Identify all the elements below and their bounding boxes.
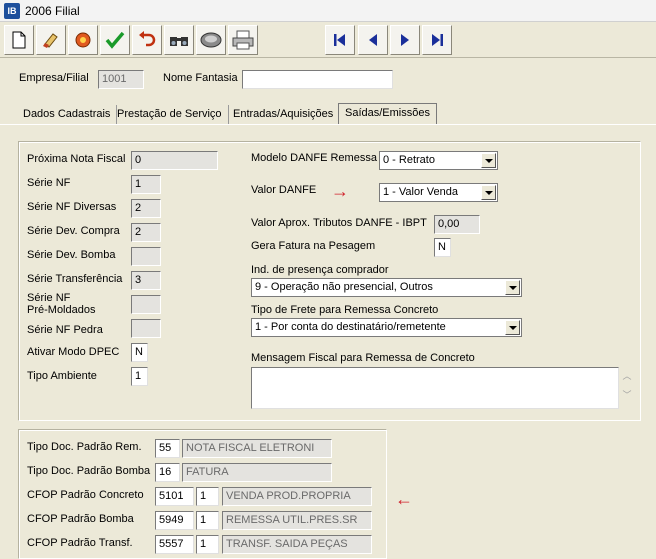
previous-record-icon[interactable] [358, 25, 388, 55]
valor-aprox-field[interactable]: 0,00 [434, 215, 480, 234]
serie-nf-label: Série NF [27, 177, 71, 189]
left-arrow-icon: ← [395, 489, 413, 509]
serie-nf-premoldados-label: Série NF [27, 292, 71, 304]
tipo-doc-bomba-label: Tipo Doc. Padrão Bomba [27, 465, 151, 477]
cfop-transf-code[interactable]: 5557 [155, 535, 194, 554]
serie-transferencia-label: Série Transferência [27, 273, 123, 285]
cfop-bomba-code[interactable]: 5949 [155, 511, 194, 530]
tipo-doc-rem-desc: NOTA FISCAL ELETRONI [182, 439, 332, 458]
serie-nf-premoldados-field[interactable] [131, 295, 161, 314]
next-record-icon[interactable] [390, 25, 420, 55]
empresa-filial-label: Empresa/Filial [19, 72, 89, 84]
database-icon[interactable] [196, 25, 226, 55]
tab-entradas-aquisicoes[interactable]: Entradas/Aquisições [227, 105, 341, 124]
cfop-concreto-code[interactable]: 5101 [155, 487, 194, 506]
tipo-ambiente-label: Tipo Ambiente [27, 370, 97, 382]
serie-nf-diversas-label: Série NF Diversas [27, 201, 117, 213]
serie-nf-diversas-field[interactable]: 2 [131, 199, 161, 218]
empresa-filial-field[interactable]: 1001 [98, 70, 144, 89]
serie-dev-compra-label: Série Dev. Compra [27, 225, 120, 237]
toolbar [0, 22, 656, 58]
right-arrow-icon: → [331, 181, 349, 201]
search-icon[interactable] [164, 25, 194, 55]
modelo-danfe-value: 0 - Retrato [383, 154, 435, 166]
serie-nf-pedra-label: Série NF Pedra [27, 324, 103, 336]
scroll-up-icon[interactable]: ︿ [622, 370, 632, 383]
valor-aprox-label: Valor Aprox. Tributos DANFE - IBPT [251, 217, 427, 229]
print-icon[interactable] [228, 25, 258, 55]
cfop-transf-label: CFOP Padrão Transf. [27, 537, 133, 549]
cfop-bomba-desc: REMESSA UTIL.PRES.SR [222, 511, 372, 530]
tab-saidas-emissoes[interactable]: Saídas/Emissões [338, 103, 437, 125]
ind-presenca-value: 9 - Operação não presencial, Outros [255, 281, 433, 293]
chevron-down-icon[interactable] [481, 153, 496, 168]
mensagem-fiscal-textarea[interactable] [251, 367, 619, 409]
nome-fantasia-field[interactable] [242, 70, 393, 89]
tab-divider [0, 124, 656, 125]
settings-icon[interactable] [68, 25, 98, 55]
ativar-dpec-field[interactable]: N [131, 343, 148, 362]
ind-presenca-select[interactable]: 9 - Operação não presencial, Outros [251, 278, 522, 297]
tab-prestacao-servico[interactable]: Prestação de Serviço [111, 105, 229, 124]
tipo-ambiente-field[interactable]: 1 [131, 367, 148, 386]
serie-dev-bomba-field[interactable] [131, 247, 161, 266]
app-icon: IB [4, 3, 20, 19]
clear-icon[interactable] [36, 25, 66, 55]
confirm-icon[interactable] [100, 25, 130, 55]
tipo-doc-bomba-code[interactable]: 16 [155, 463, 180, 482]
textarea-scrollbar[interactable]: ︿ ﹀ [622, 370, 632, 406]
mensagem-fiscal-label: Mensagem Fiscal para Remessa de Concreto [251, 352, 475, 364]
title-bar: IB 2006 Filial [0, 0, 656, 22]
tipo-frete-select[interactable]: 1 - Por conta do destinatário/remetente [251, 318, 522, 337]
serie-nf-pedra-field[interactable] [131, 319, 161, 338]
first-record-icon[interactable] [325, 25, 355, 55]
ind-presenca-label: Ind. de presença comprador [251, 264, 389, 276]
chevron-down-icon[interactable] [481, 185, 496, 200]
cfop-concreto-seq[interactable]: 1 [196, 487, 219, 506]
undo-icon[interactable] [132, 25, 162, 55]
tipo-doc-rem-code[interactable]: 55 [155, 439, 180, 458]
cfop-bomba-seq[interactable]: 1 [196, 511, 219, 530]
nome-fantasia-label: Nome Fantasia [163, 72, 238, 84]
tipo-doc-rem-label: Tipo Doc. Padrão Rem. [27, 441, 142, 453]
tab-dados-cadastrais[interactable]: Dados Cadastrais [17, 105, 118, 124]
new-doc-icon[interactable] [4, 25, 34, 55]
cfop-concreto-desc: VENDA PROD.PROPRIA [222, 487, 372, 506]
tipo-doc-bomba-desc: FATURA [182, 463, 332, 482]
valor-danfe-select[interactable]: 1 - Valor Venda [379, 183, 498, 202]
window-title: 2006 Filial [25, 4, 80, 18]
proxima-nf-label: Próxima Nota Fiscal [27, 153, 126, 165]
cfop-concreto-label: CFOP Padrão Concreto [27, 489, 144, 501]
chevron-down-icon[interactable] [505, 280, 520, 295]
modelo-danfe-label: Modelo DANFE Remessa [251, 152, 377, 164]
valor-danfe-value: 1 - Valor Venda [383, 186, 459, 198]
valor-danfe-label: Valor DANFE [251, 184, 317, 196]
gera-fatura-field[interactable]: N [434, 238, 451, 257]
serie-transferencia-field[interactable]: 3 [131, 271, 161, 290]
cfop-transf-seq[interactable]: 1 [196, 535, 219, 554]
cfop-bomba-label: CFOP Padrão Bomba [27, 513, 134, 525]
serie-nf-premoldados-label-2: Pré-Moldados [27, 304, 96, 316]
gera-fatura-label: Gera Fatura na Pesagem [251, 240, 376, 252]
modelo-danfe-select[interactable]: 0 - Retrato [379, 151, 498, 170]
last-record-icon[interactable] [422, 25, 452, 55]
serie-dev-compra-field[interactable]: 2 [131, 223, 161, 242]
scroll-down-icon[interactable]: ﹀ [622, 389, 632, 402]
serie-dev-bomba-label: Série Dev. Bomba [27, 249, 116, 261]
proxima-nf-field[interactable]: 0 [131, 151, 218, 170]
tipo-frete-value: 1 - Por conta do destinatário/remetente [255, 321, 446, 333]
tipo-frete-label: Tipo de Frete para Remessa Concreto [251, 304, 439, 316]
chevron-down-icon[interactable] [505, 320, 520, 335]
serie-nf-field[interactable]: 1 [131, 175, 161, 194]
cfop-transf-desc: TRANSF. SAIDA PEÇAS [222, 535, 372, 554]
ativar-dpec-label: Ativar Modo DPEC [27, 346, 120, 358]
